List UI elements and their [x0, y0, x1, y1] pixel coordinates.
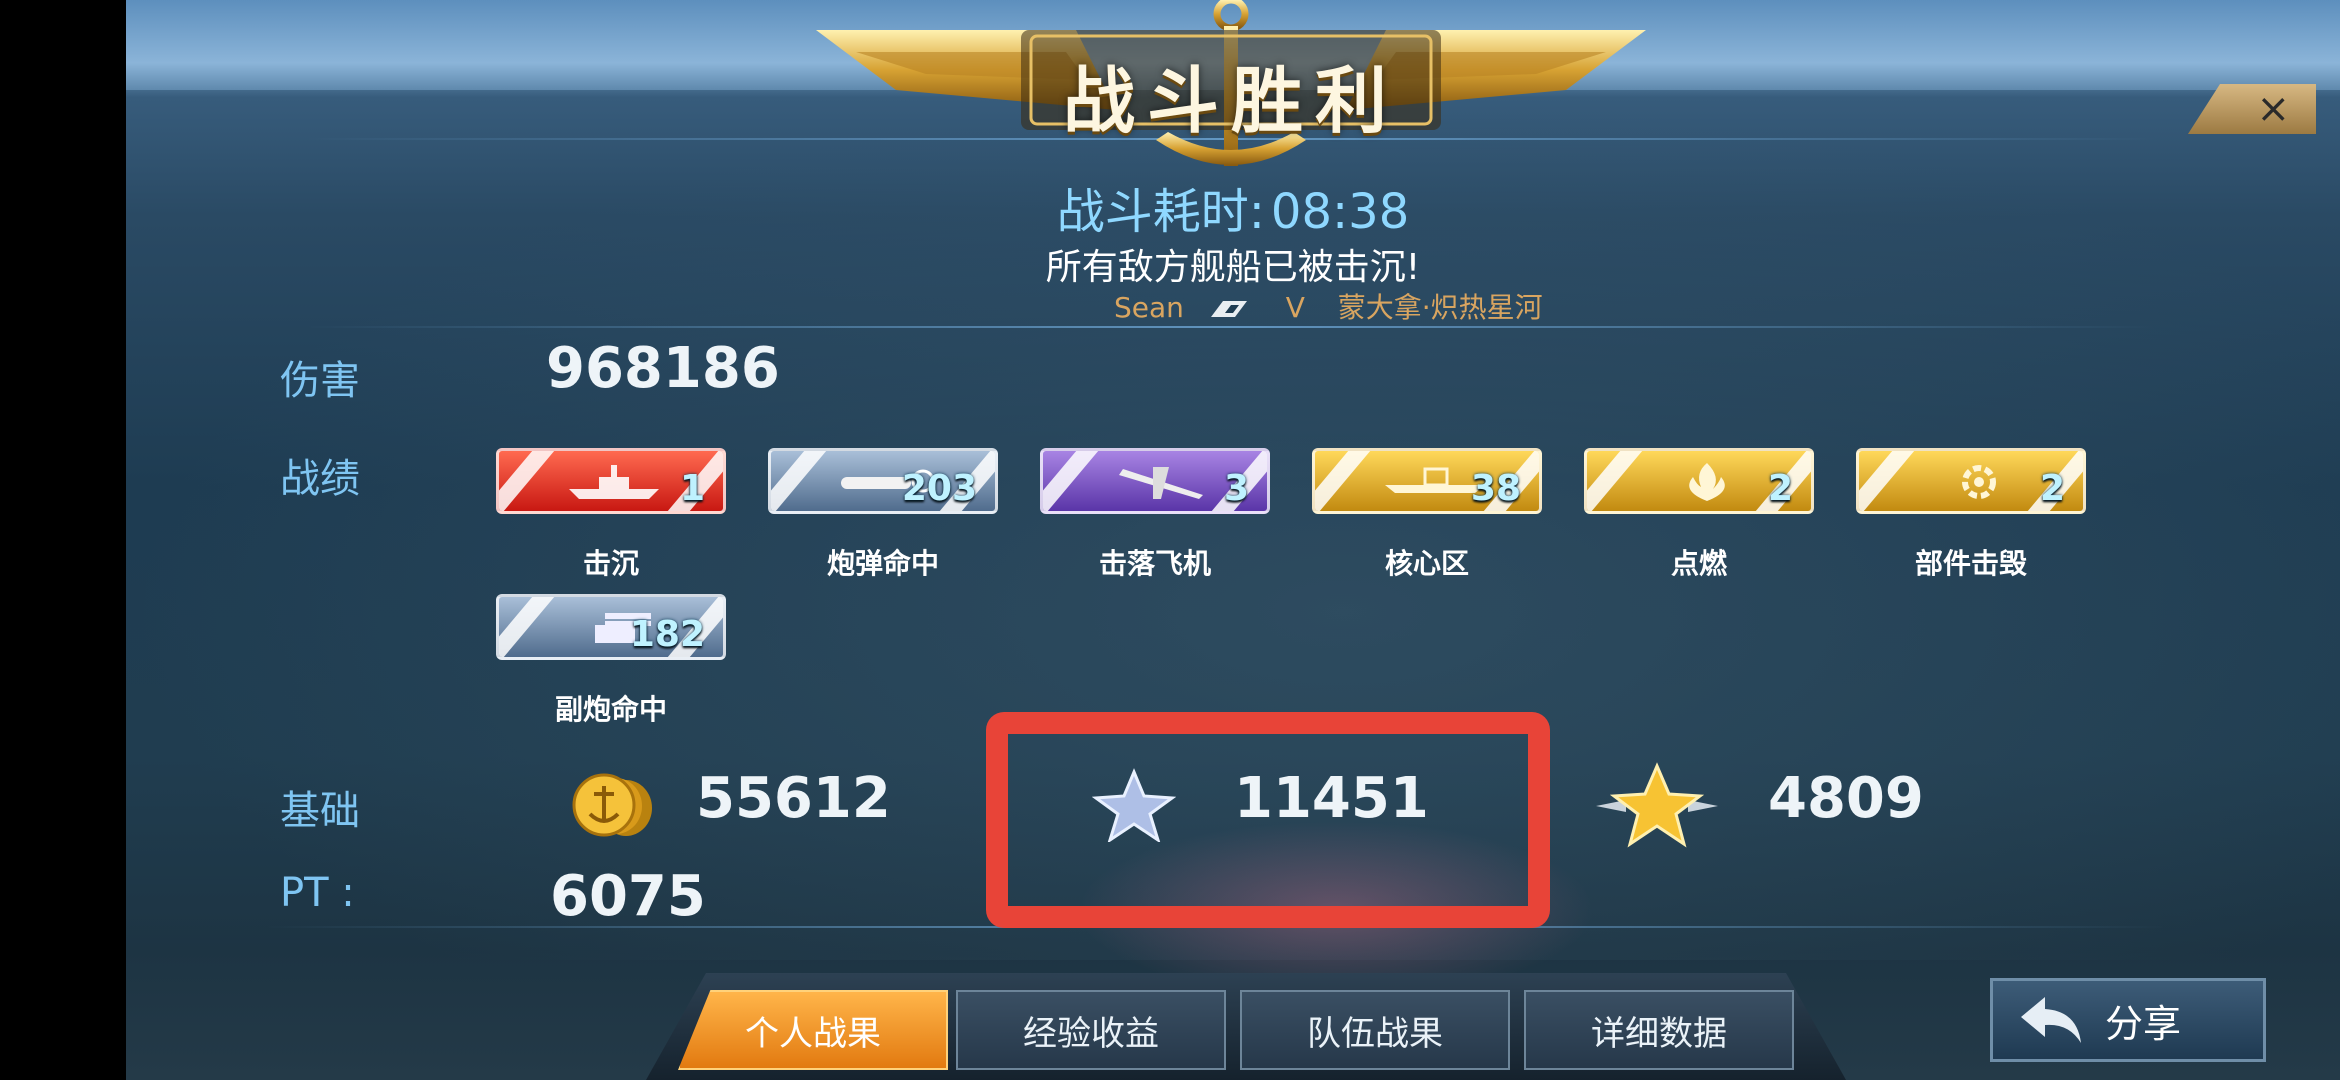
highlight-box	[986, 712, 1550, 928]
medal-count: 3	[1223, 468, 1249, 509]
medal-count: 2	[1767, 468, 1793, 509]
medal-shell-hit[interactable]: 203	[768, 448, 998, 514]
coin-icon	[572, 773, 652, 837]
share-button[interactable]: 分享	[1990, 978, 2266, 1062]
share-label[interactable]: 分享	[2105, 993, 2181, 1048]
tab-exp-earnings[interactable]: 经验收益	[956, 990, 1226, 1070]
record-label: 战绩	[280, 456, 360, 502]
ship-class-icon	[1210, 301, 1247, 317]
medal-count: 38	[1470, 468, 1521, 509]
plane-down-icon	[1119, 467, 1203, 499]
divider	[306, 326, 2156, 328]
rank-points-value: 4809	[1768, 766, 1924, 831]
medal-fire[interactable]: 2	[1584, 448, 1814, 514]
battle-duration-value: 08:38	[1270, 184, 1410, 240]
close-icon[interactable]: ×	[2256, 89, 2290, 129]
medal-plane-down[interactable]: 3	[1040, 448, 1270, 514]
medal-count: 2	[2039, 468, 2065, 509]
rank-star-icon	[1596, 762, 1718, 848]
player-name: Sean	[1114, 291, 1184, 324]
matchup-line: Sean V 蒙大拿·炽热星河	[1114, 286, 1559, 326]
medal-module-destroyed[interactable]: 2	[1856, 448, 2086, 514]
share-arrow-icon	[2021, 997, 2081, 1043]
damage-value: 968186	[546, 336, 780, 401]
vs-label: V	[1285, 291, 1305, 324]
medal-label: 部件击毁	[1914, 547, 2027, 580]
medal-count: 182	[629, 614, 705, 655]
battle-duration-label: 战斗耗时:	[1056, 184, 1265, 240]
medal-label: 击沉	[582, 547, 639, 580]
sink-ship-icon	[569, 465, 659, 499]
medal-label: 炮弹命中	[826, 547, 939, 580]
victory-title: 战斗胜利	[1062, 59, 1399, 143]
medal-label: 核心区	[1384, 547, 1469, 580]
medal-count: 1	[679, 468, 705, 509]
battle-duration: 战斗耗时: 08:38	[126, 172, 2340, 242]
victory-emblem: 战斗胜利	[816, 0, 1646, 180]
medal-count: 203	[901, 468, 977, 509]
medal-label: 击落飞机	[1098, 547, 1211, 580]
fire-icon	[1689, 463, 1725, 501]
game-screen: 战斗胜利 × 战斗耗时: 08:38 所有敌方舰船已被击沉! Sean V 蒙大拿…	[126, 0, 2340, 1080]
pt-value: 6075	[550, 864, 706, 929]
medal-secondary-hit[interactable]: 182	[496, 594, 726, 660]
gear-broken-icon	[1962, 465, 1996, 499]
coin-value: 55612	[696, 766, 891, 831]
medal-label: 副炮命中	[554, 693, 667, 726]
tab-team-results[interactable]: 队伍战果	[1240, 990, 1510, 1070]
medal-sink[interactable]: 1	[496, 448, 726, 514]
enemy-name: 蒙大拿·炽热星河	[1337, 291, 1543, 324]
pt-label: PT :	[280, 870, 355, 916]
medal-citadel[interactable]: 38	[1312, 448, 1542, 514]
medal-label: 点燃	[1670, 547, 1727, 580]
tab-personal-results[interactable]: 个人战果	[678, 990, 948, 1070]
battle-result-message: 所有敌方舰船已被击沉!	[1045, 247, 1421, 288]
damage-label: 伤害	[280, 358, 360, 404]
tab-detailed-data[interactable]: 详细数据	[1524, 990, 1794, 1070]
base-label: 基础	[280, 788, 360, 834]
